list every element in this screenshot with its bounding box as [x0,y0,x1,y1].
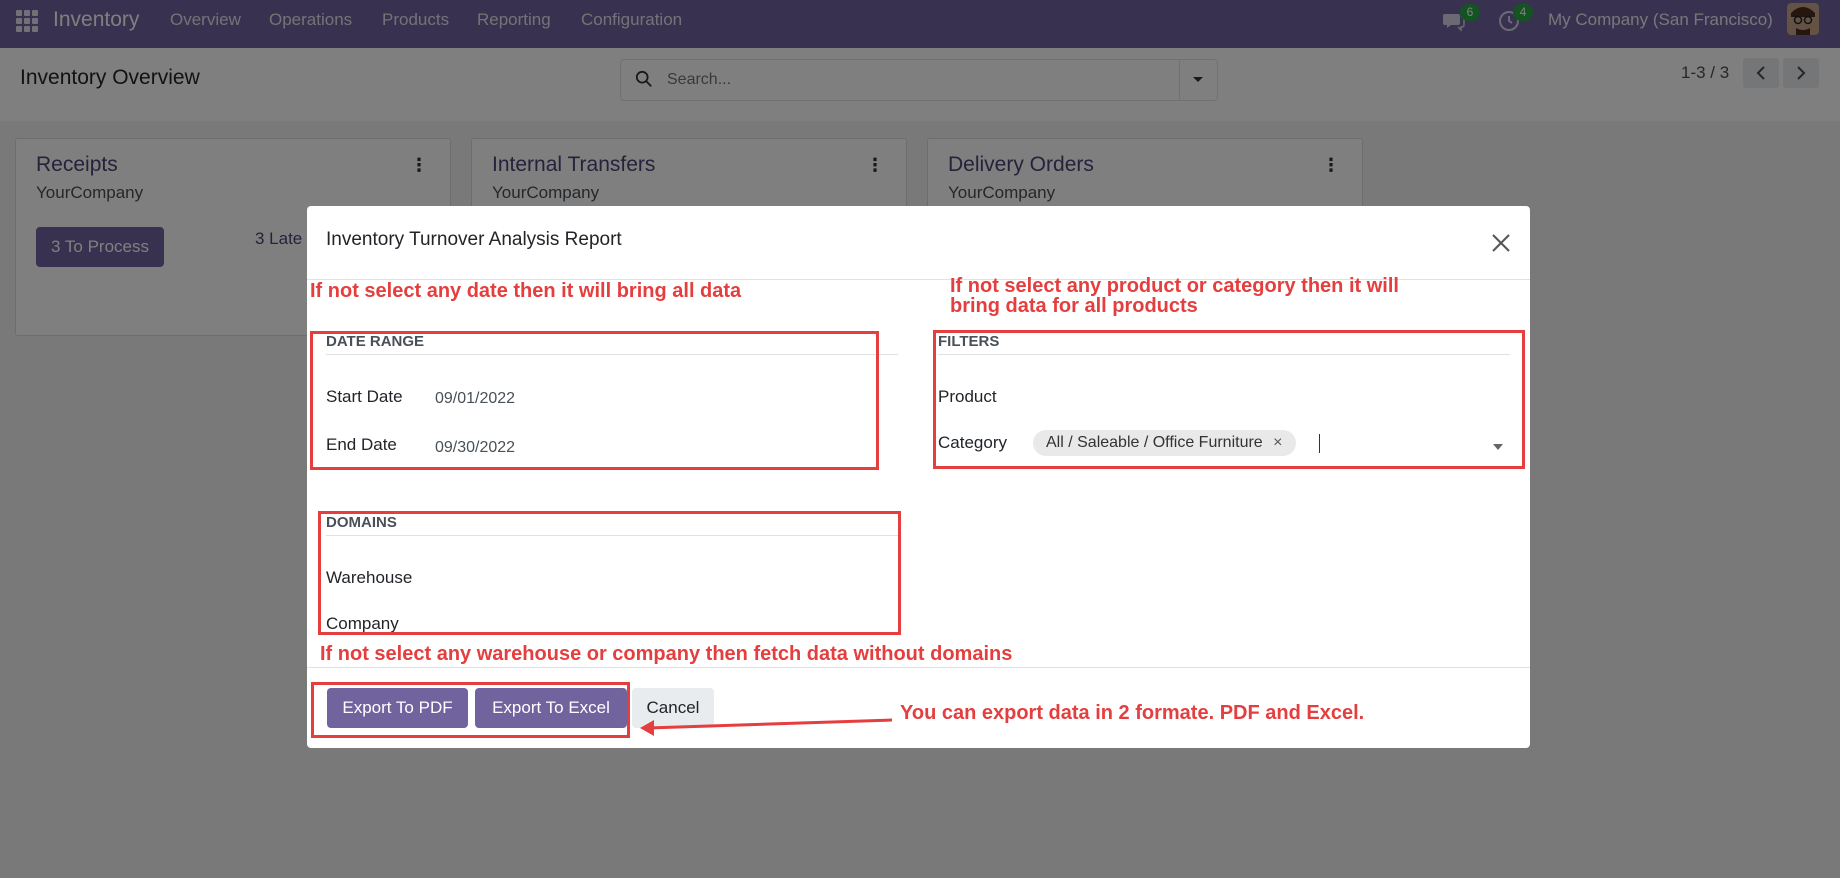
domain-annotation: If not select any warehouse or company t… [320,643,1013,665]
domains-highlight-box [318,511,901,635]
export-buttons-highlight-box [311,682,630,738]
filter-annotation-line1: If not select any product or category th… [950,275,1399,297]
date-range-highlight-box [310,331,879,470]
filters-highlight-box [933,330,1525,469]
dialog-title: Inventory Turnover Analysis Report [326,229,622,250]
dialog-footer-divider [307,667,1530,668]
filter-annotation-line2: bring data for all products [950,295,1198,317]
date-annotation: If not select any date then it will brin… [310,280,742,302]
close-icon[interactable] [1489,231,1513,255]
export-annotation: You can export data in 2 formate. PDF an… [900,702,1365,724]
arrow-annotation-icon [640,718,893,736]
